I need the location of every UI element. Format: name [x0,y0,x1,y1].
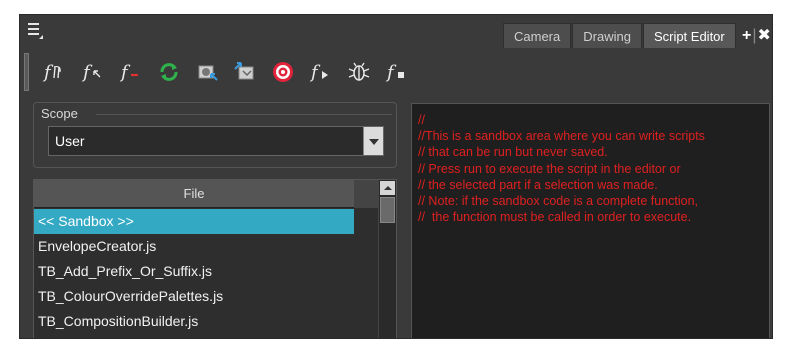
new-function-button[interactable]: f [36,55,74,89]
tab-controls-separator: | [752,27,757,44]
tab-camera[interactable]: Camera [503,23,572,48]
run-function-button[interactable]: f [302,55,340,89]
view-tabs: Camera Drawing Script Editor [503,23,737,48]
code-line: // the selected part if a selection was … [418,177,658,192]
run-target-icon [273,62,293,82]
run-target-button[interactable] [264,55,302,89]
script-toolbar: f f f f f [36,55,416,89]
dropdown-arrow-icon[interactable] [363,127,383,155]
code-line: // [418,113,425,127]
import-function-button[interactable]: f [74,55,112,89]
svg-text:f: f [42,62,54,83]
code-line: // the function must be called in order … [418,210,692,225]
header-corner [354,180,378,208]
scope-dropdown[interactable]: User [48,126,384,156]
add-tab-icon[interactable]: + [742,27,751,44]
file-column-header[interactable]: File [34,180,354,208]
list-item[interactable]: << Sandbox >> [34,209,354,234]
code-line: // Press run to execute the script in th… [418,161,681,176]
list-item[interactable]: EnvelopeCreator.js [34,234,354,259]
scope-label: Scope [38,106,81,121]
refresh-button[interactable] [150,55,188,89]
list-item[interactable]: TB_CompositionBuilder.js [34,309,354,334]
script-editor-panel: Camera Drawing Script Editor +|✖ f f f f… [19,14,773,339]
toolbar-drag-handle[interactable] [24,53,29,91]
new-function-icon: f [42,62,61,83]
panel-menu-icon[interactable] [28,23,44,43]
delete-function-button[interactable]: f [112,55,150,89]
stop-function-button[interactable]: f [378,55,416,89]
svg-text:f: f [119,62,131,83]
list-item[interactable]: TB_ColourOverridePalettes.js [34,284,354,309]
tab-drawing[interactable]: Drawing [572,23,642,48]
code-line: //This is a sandbox area where you can w… [418,129,705,144]
page-margin [773,0,791,343]
code-line: // that can be run but never saved. [418,145,608,160]
close-tab-icon[interactable]: ✖ [758,27,771,44]
code-line: // Note: if the sandbox code is a comple… [418,194,699,209]
run-function-icon: f [309,62,328,83]
scrollbar-thumb[interactable] [380,197,395,223]
stop-function-icon: f [385,62,404,83]
svg-text:f: f [309,62,321,83]
list-item[interactable]: TB_Add_Prefix_Or_Suffix.js [34,259,354,284]
refresh-icon [160,63,178,81]
import-script-icon [198,65,218,81]
scope-selected-value: User [55,133,85,149]
debug-bug-icon [348,62,370,81]
tab-controls: +|✖ [742,25,771,45]
tab-script-editor[interactable]: Script Editor [642,23,736,48]
delete-function-icon: f [119,62,138,83]
export-script-icon [234,62,254,80]
import-function-icon: f [81,62,101,83]
code-editor[interactable]: // //This is a sandbox area where you ca… [411,103,770,338]
svg-text:f: f [81,62,93,83]
import-script-button[interactable] [188,55,226,89]
scroll-up-icon[interactable] [380,181,395,195]
file-list-scrollbar[interactable] [378,180,396,338]
export-script-button[interactable] [226,55,264,89]
svg-text:f: f [385,62,397,83]
file-list: File << Sandbox >> EnvelopeCreator.js TB… [33,179,397,338]
scope-divider [96,114,392,115]
debug-button[interactable] [340,55,378,89]
